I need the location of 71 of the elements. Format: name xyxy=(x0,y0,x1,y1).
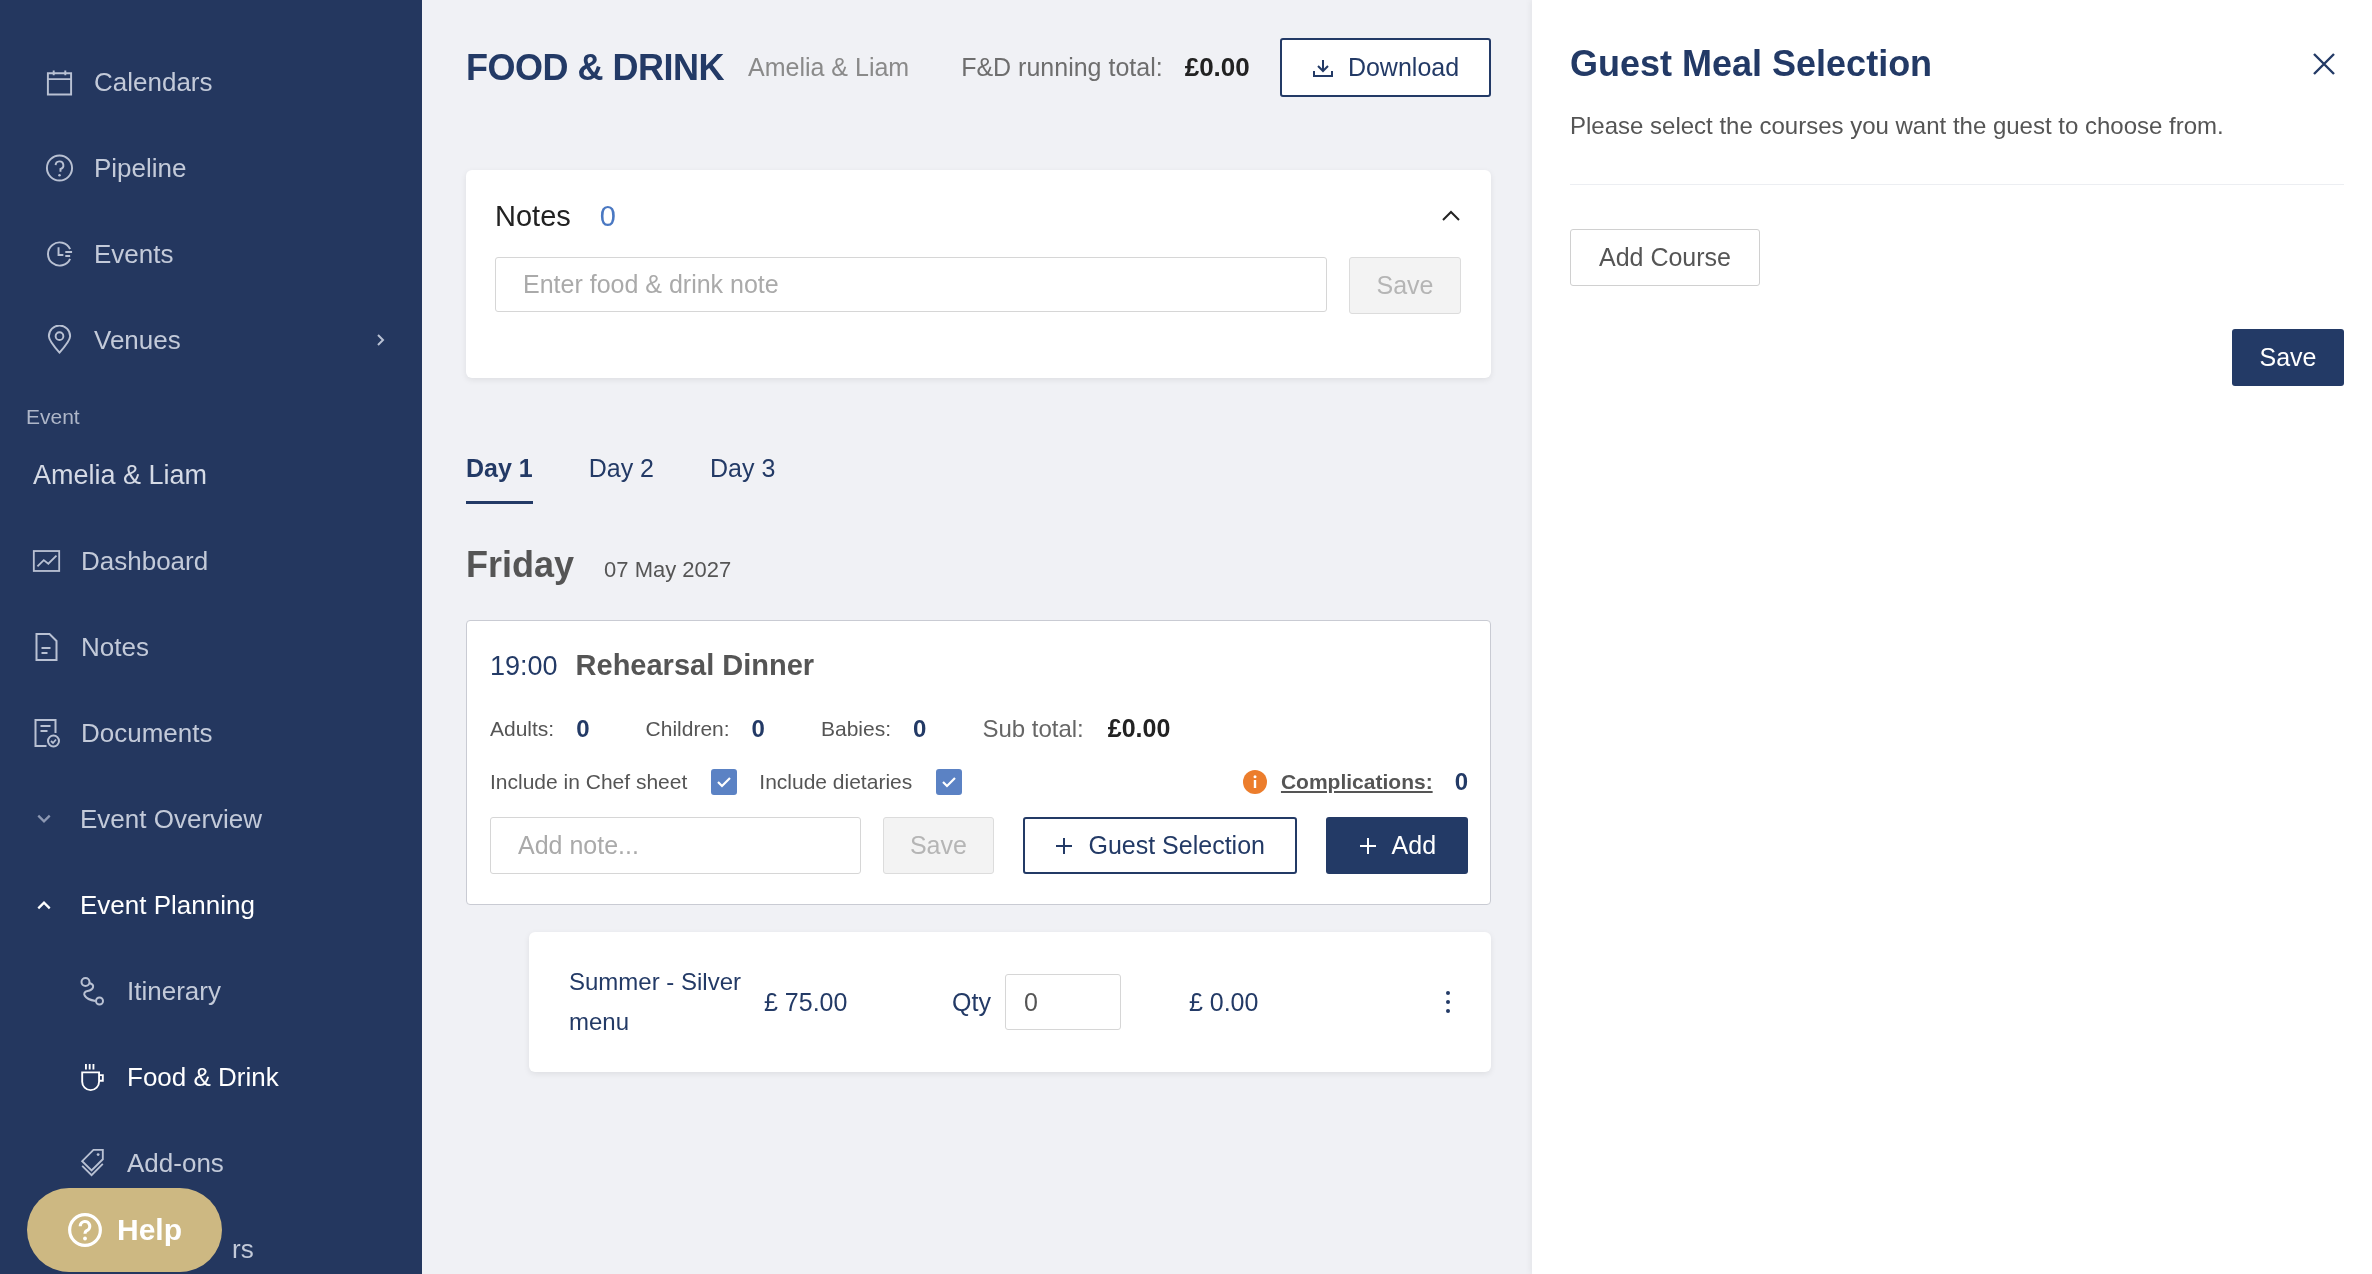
note-input[interactable]: Enter food & drink note xyxy=(495,257,1327,312)
qty-label: Qty xyxy=(952,987,991,1017)
sidebar-item[interactable]: Venues xyxy=(94,324,181,356)
count-value: 0 xyxy=(913,714,927,743)
sidebar-item[interactable]: Pipeline xyxy=(94,152,187,184)
event-name[interactable]: Amelia & Liam xyxy=(33,459,208,491)
subtotal-value: £0.00 xyxy=(1107,714,1171,743)
checkbox[interactable] xyxy=(936,769,963,795)
caret-icon[interactable] xyxy=(1441,210,1461,222)
option-label: Include in Chef sheet xyxy=(490,770,688,794)
count-value: 0 xyxy=(576,714,590,743)
total-label: F&D running total: xyxy=(961,53,1163,82)
note-input[interactable]: Add note... xyxy=(490,817,861,874)
panel-description: Please select the courses you want the guest to choose from. xyxy=(1570,112,2225,140)
download-button[interactable]: Download xyxy=(1280,38,1491,97)
tag-icon xyxy=(78,1148,107,1178)
info-icon xyxy=(1242,770,1267,794)
day-tab[interactable]: Day 2 xyxy=(588,454,655,504)
sidebar-group[interactable]: Event Overview xyxy=(80,803,263,835)
pin-icon xyxy=(45,325,74,355)
day-name: Friday xyxy=(466,544,575,586)
menu-total: £ 0.00 xyxy=(1188,987,1259,1017)
add-button[interactable]: Add xyxy=(1325,817,1468,874)
cup-icon xyxy=(78,1062,107,1092)
sidebar-group[interactable]: Event Planning xyxy=(80,889,255,921)
day-tab[interactable]: Day 3 xyxy=(710,454,776,504)
panel-title: Guest Meal Selection xyxy=(1570,43,1933,85)
day-tab[interactable]: Day 1 xyxy=(466,454,533,504)
count-value: 0 xyxy=(751,714,765,743)
plus-icon xyxy=(1054,835,1075,856)
event-time: 19:00 xyxy=(490,651,558,682)
checkbox[interactable] xyxy=(711,769,738,795)
question-icon xyxy=(45,153,74,183)
sidebar-item[interactable]: Dashboard xyxy=(81,545,209,577)
option-label: Include dietaries xyxy=(759,770,913,794)
day-date: 07 May 2027 xyxy=(604,557,732,583)
event-title: Rehearsal Dinner xyxy=(575,649,815,682)
more-icon[interactable] xyxy=(1445,990,1451,1014)
plus-icon xyxy=(1357,835,1378,856)
sidebar-item[interactable]: Food & Drink xyxy=(127,1061,279,1093)
total-value: £0.00 xyxy=(1184,52,1250,83)
section-label: Event xyxy=(25,404,81,430)
guest-selection-button[interactable]: Guest Selection xyxy=(1022,817,1297,874)
notes-count: 0 xyxy=(599,199,616,233)
menu-price: £ 75.00 xyxy=(764,987,849,1017)
sidebar-item[interactable]: Events xyxy=(94,238,174,270)
complications-count: 0 xyxy=(1454,768,1468,796)
clock-icon xyxy=(45,239,74,269)
add-course-button[interactable]: Add Course xyxy=(1570,229,1760,286)
menu-name: Summer - Silver menu xyxy=(569,967,743,1037)
save-button[interactable]: Save xyxy=(2232,329,2344,386)
question-icon xyxy=(67,1212,103,1248)
page-title: FOOD & DRINK xyxy=(466,46,724,89)
notes-title: Notes xyxy=(495,199,571,233)
route-icon xyxy=(78,976,107,1006)
qty-input[interactable]: 0 xyxy=(1004,974,1121,1030)
document-check-icon xyxy=(32,718,61,748)
count-label: Babies: xyxy=(820,716,891,741)
sidebar-item[interactable]: rs xyxy=(232,1233,254,1265)
sidebar-item[interactable]: Add-ons xyxy=(127,1147,224,1179)
calendar-icon xyxy=(45,67,74,97)
event-name: Amelia & Liam xyxy=(748,53,910,82)
count-label: Children: xyxy=(645,716,730,741)
sidebar-item[interactable]: Notes xyxy=(81,631,149,663)
subtotal-label: Sub total: xyxy=(982,714,1084,743)
close-icon[interactable] xyxy=(2312,52,2336,76)
sidebar-item[interactable]: Itinerary xyxy=(127,975,221,1007)
sidebar-item[interactable]: Calendars xyxy=(94,66,213,98)
complications-link[interactable]: Complications: xyxy=(1280,770,1433,794)
count-label: Adults: xyxy=(490,716,555,741)
sidebar-item[interactable]: Documents xyxy=(81,717,213,749)
